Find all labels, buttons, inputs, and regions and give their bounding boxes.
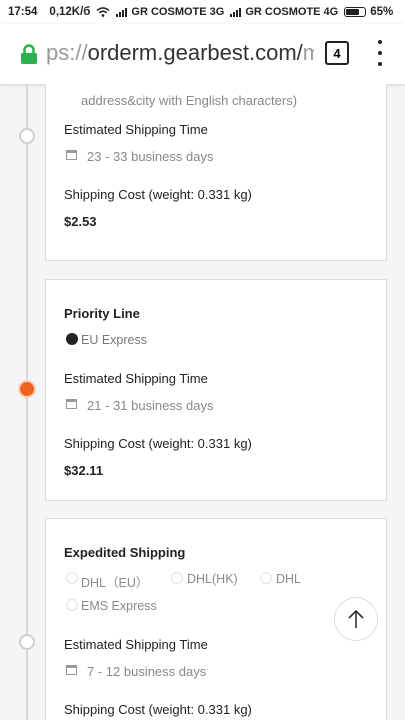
option-label: DHL（EU） bbox=[81, 576, 149, 590]
signal-icon bbox=[116, 7, 128, 17]
carrier-label-1: GR COSMOTE 3G bbox=[131, 6, 225, 18]
timeline-line bbox=[26, 84, 28, 720]
shipping-price: $32.11 bbox=[64, 463, 104, 478]
shipping-price: $2.53 bbox=[64, 214, 97, 229]
method-title: Priority Line bbox=[64, 306, 140, 321]
scroll-to-top-button[interactable] bbox=[334, 597, 378, 641]
lock-icon bbox=[21, 44, 37, 64]
option-label: EU Express bbox=[81, 333, 147, 347]
url-scheme: ps:// bbox=[46, 40, 88, 65]
shipping-methods: address&city with English characters) Es… bbox=[0, 84, 405, 720]
tab-switcher-button[interactable]: 4 bbox=[325, 41, 349, 65]
cost-label: Shipping Cost (weight: 0.331 kg) bbox=[64, 187, 252, 202]
calendar-icon bbox=[66, 399, 77, 409]
radio-button[interactable] bbox=[66, 333, 78, 345]
option-label: DHL(HK) bbox=[187, 572, 238, 586]
battery-icon bbox=[344, 7, 367, 17]
wifi-icon bbox=[96, 7, 110, 17]
eta-days: 21 - 31 business days bbox=[87, 398, 214, 413]
timeline-dot bbox=[19, 128, 35, 144]
timeline-dot bbox=[19, 634, 35, 650]
shipping-method-card: address&city with English characters) Es… bbox=[45, 84, 387, 261]
url-path: m bbox=[302, 40, 314, 65]
url-host: orderm.gearbest.com/ bbox=[87, 40, 303, 65]
calendar-icon bbox=[66, 665, 77, 675]
radio-button[interactable] bbox=[66, 599, 78, 611]
radio-button[interactable] bbox=[260, 572, 272, 584]
arrow-up-icon bbox=[348, 609, 364, 628]
eta-label: Estimated Shipping Time bbox=[64, 122, 208, 137]
cost-label: Shipping Cost (weight: 0.331 kg) bbox=[64, 436, 252, 451]
battery-percent: 65% bbox=[370, 6, 394, 18]
address-bar[interactable]: ps://orderm.gearbest.com/m bbox=[46, 40, 314, 66]
eta-days: 7 - 12 business days bbox=[87, 664, 207, 679]
network-speed: 0,12K/б bbox=[49, 6, 91, 18]
option-label: DHL bbox=[276, 572, 302, 586]
radio-button[interactable] bbox=[66, 572, 78, 584]
eta-days: 23 - 33 business days bbox=[87, 149, 214, 164]
address-note: address&city with English characters) bbox=[81, 93, 298, 108]
carrier-label-2: GR COSMOTE 4G bbox=[245, 6, 339, 18]
status-time: 17:54 bbox=[8, 6, 38, 18]
cost-label: Shipping Cost (weight: 0.331 kg) bbox=[64, 702, 252, 717]
option-label: EMS Express bbox=[81, 599, 157, 613]
overflow-menu-icon[interactable] bbox=[376, 40, 384, 66]
status-bar: 17:54 0,12K/б GR COSMOTE 3G GR COSMOTE 4… bbox=[0, 0, 405, 24]
timeline-dot-active bbox=[18, 380, 36, 398]
method-title: Expedited Shipping bbox=[64, 545, 186, 560]
calendar-icon bbox=[66, 150, 77, 160]
radio-button[interactable] bbox=[171, 572, 183, 584]
eta-label: Estimated Shipping Time bbox=[64, 371, 208, 386]
eta-label: Estimated Shipping Time bbox=[64, 637, 208, 652]
shipping-method-card[interactable]: Priority Line EU Express Estimated Shipp… bbox=[45, 279, 387, 501]
browser-toolbar: ps://orderm.gearbest.com/m 4 bbox=[0, 24, 405, 84]
signal-icon bbox=[230, 7, 242, 17]
